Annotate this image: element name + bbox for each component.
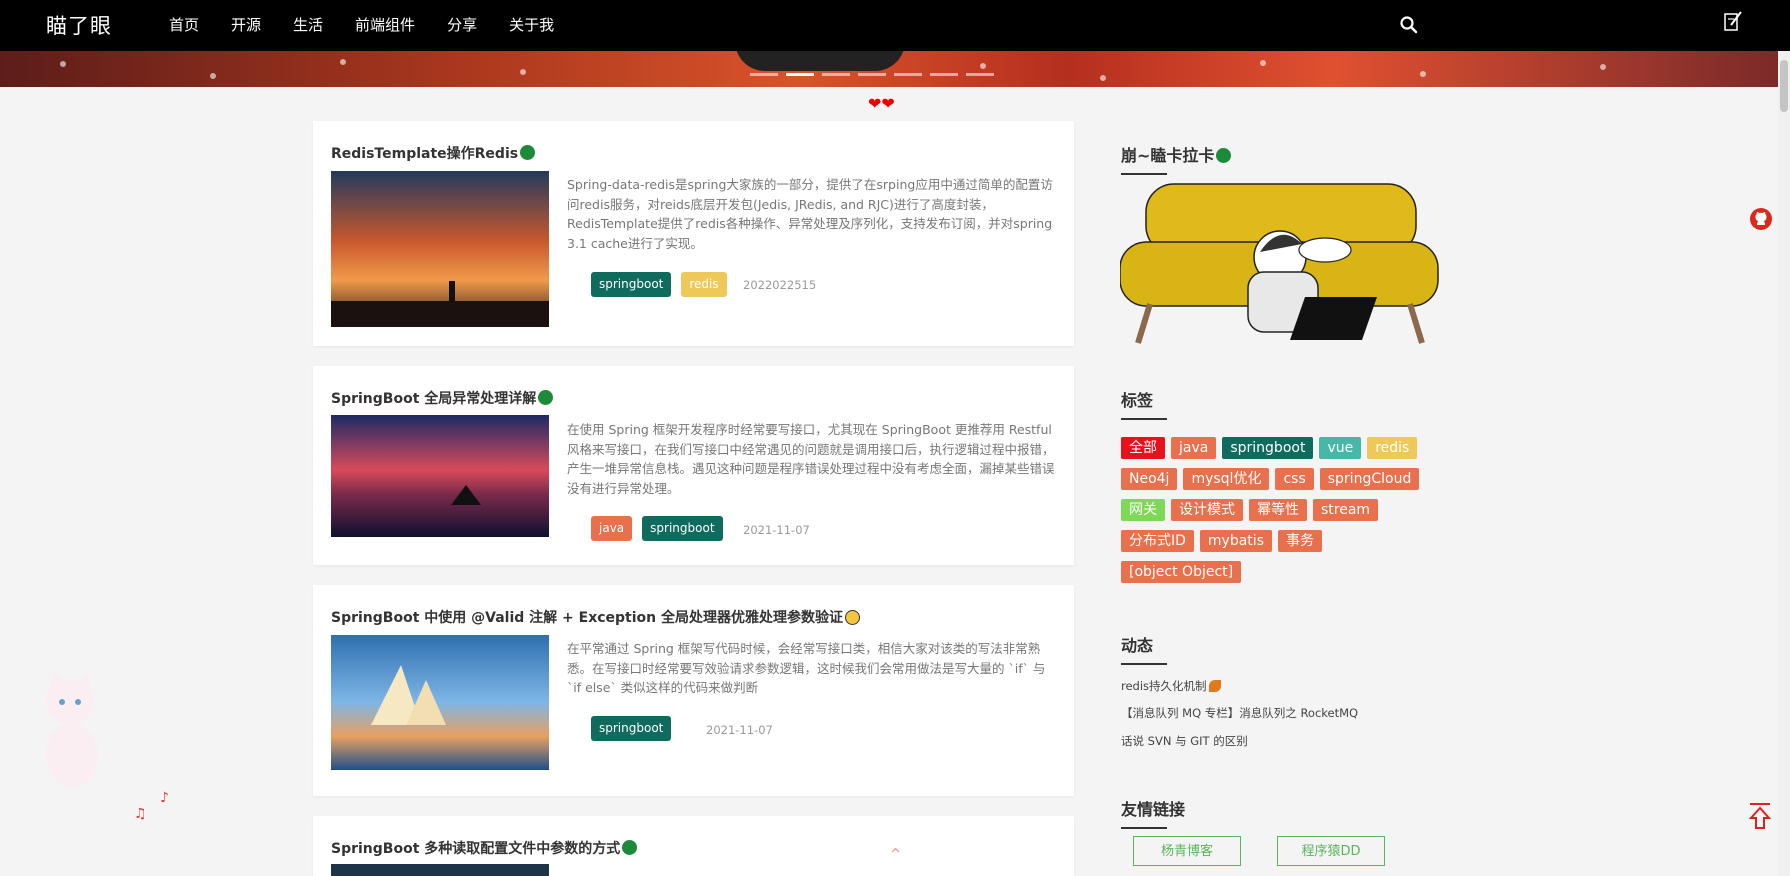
nav-item-frontend[interactable]: 前端组件 [355,0,415,51]
nav-item-home[interactable]: 首页 [169,0,199,51]
tag-springboot[interactable]: springboot [591,272,672,297]
tag-distributed-id[interactable]: 分布式ID [1121,530,1194,552]
article-title[interactable]: RedisTemplate操作Redis [331,143,536,163]
cat-mascot [46,670,98,787]
article-date: 2022022515 [743,278,817,292]
tag-redis[interactable]: redis [1367,437,1418,459]
banner-car-image [735,51,905,71]
hearts-decoration-icon: ❤❤ [868,94,895,113]
music-note-icon: ♫ [134,806,147,822]
tag-springboot[interactable]: springboot [642,516,723,541]
nav-item-about[interactable]: 关于我 [509,0,554,51]
nav-item-opensource[interactable]: 开源 [231,0,261,51]
tag-object[interactable]: [object Object] [1121,561,1242,583]
tag-springboot[interactable]: springboot [591,716,672,741]
article-date: 2021-11-07 [743,523,810,537]
article-card[interactable]: RedisTemplate操作Redis Spring-data-redis是s… [313,121,1074,346]
double-chevron-up-icon: ⌃ [888,845,904,866]
search-icon[interactable] [1399,15,1419,35]
article-thumbnail[interactable] [331,635,549,770]
clover-icon [622,840,638,855]
leaf-icon [1208,680,1221,692]
friend-link[interactable]: 杨青博客 [1133,836,1241,866]
carousel-dots [750,73,994,76]
profile-title: 崩~瞌卡拉卡 [1121,142,1232,175]
clover-icon [1216,148,1232,163]
scrollbar-track[interactable] [1778,0,1790,876]
scrollbar-thumb[interactable] [1780,60,1788,112]
nav-item-share[interactable]: 分享 [447,0,477,51]
carousel-dot[interactable] [786,73,814,76]
tag-java[interactable]: java [1171,437,1217,459]
news-item[interactable]: 话说 SVN 与 GIT 的区别 [1121,733,1248,749]
tag-stream[interactable]: stream [1313,499,1379,521]
music-note-icon: ♪ [160,790,169,806]
tag-all[interactable]: 全部 [1121,437,1165,459]
tag-design-pattern[interactable]: 设计模式 [1171,499,1243,521]
article-date: 2021-11-07 [706,723,773,737]
tag-css[interactable]: css [1275,468,1314,490]
tag-idempotence[interactable]: 幂等性 [1249,499,1307,521]
links-title: 友情链接 [1121,796,1185,829]
github-icon[interactable] [1749,207,1773,231]
article-tags: springboot [591,716,672,741]
article-card[interactable]: SpringBoot 中使用 @Valid 注解 + Exception 全局处… [313,585,1074,796]
article-thumbnail[interactable] [331,415,549,537]
article-tags: java springboot [591,516,723,541]
grin-emoji-icon [845,610,860,625]
carousel-dot[interactable] [966,73,994,76]
top-navbar: 瞄了眼 首页 开源 生活 前端组件 分享 关于我 [0,0,1790,51]
tag-redis[interactable]: redis [681,272,727,297]
carousel-dot[interactable] [930,73,958,76]
clover-icon [538,390,554,405]
article-title[interactable]: SpringBoot 多种读取配置文件中参数的方式 [331,838,638,858]
news-item[interactable]: 【消息队列 MQ 专栏】消息队列之 RocketMQ [1121,705,1358,721]
article-title[interactable]: SpringBoot 中使用 @Valid 注解 + Exception 全局处… [331,607,860,627]
news-item[interactable]: redis持久化机制 [1121,678,1221,694]
site-logo[interactable]: 瞄了眼 [46,10,112,40]
main-nav: 首页 开源 生活 前端组件 分享 关于我 [169,0,586,51]
article-card[interactable]: SpringBoot 全局异常处理详解 在使用 Spring 框架开发程序时经常… [313,366,1074,565]
tag-springboot[interactable]: springboot [1222,437,1314,459]
tag-mysql[interactable]: mysql优化 [1183,468,1270,490]
tag-springcloud[interactable]: springCloud [1319,468,1420,490]
carousel-dot[interactable] [858,73,886,76]
sofa-illustration [1120,183,1439,344]
article-excerpt: 在平常通过 Spring 框架写代码时候，会经常写接口类，相信大家对该类的写法非… [567,641,1046,695]
tag-java[interactable]: java [591,516,633,541]
news-title: 动态 [1121,632,1168,665]
clover-icon [520,145,536,160]
tag-neo4j[interactable]: Neo4j [1121,468,1178,490]
tag-gateway[interactable]: 网关 [1121,499,1165,521]
article-thumbnail[interactable] [331,171,549,327]
carousel-dot[interactable] [894,73,922,76]
tag-transaction[interactable]: 事务 [1277,530,1322,552]
carousel-dot[interactable] [822,73,850,76]
tags-title: 标签 [1121,387,1168,420]
tag-vue[interactable]: vue [1319,437,1362,459]
nav-item-life[interactable]: 生活 [293,0,323,51]
hero-banner [0,51,1778,87]
article-excerpt: 在使用 Spring 框架开发程序时经常要写接口，尤其现在 SpringBoot… [567,422,1055,496]
friend-link[interactable]: 程序猿DD [1277,836,1385,866]
tag-mybatis[interactable]: mybatis [1199,530,1272,552]
carousel-dot[interactable] [750,73,778,76]
article-title[interactable]: SpringBoot 全局异常处理详解 [331,388,554,408]
tag-cloud: 全部 java springboot vue redis Neo4j mysql… [1121,437,1441,592]
article-tags: springboot redis [591,272,727,297]
article-thumbnail[interactable] [331,864,549,876]
arrow-up-icon[interactable] [1748,802,1772,830]
pencil-icon[interactable] [1722,9,1744,35]
article-card[interactable]: SpringBoot 多种读取配置文件中参数的方式 [313,816,1074,876]
article-excerpt: Spring-data-redis是spring大家族的一部分，提供了在srpi… [567,177,1053,251]
